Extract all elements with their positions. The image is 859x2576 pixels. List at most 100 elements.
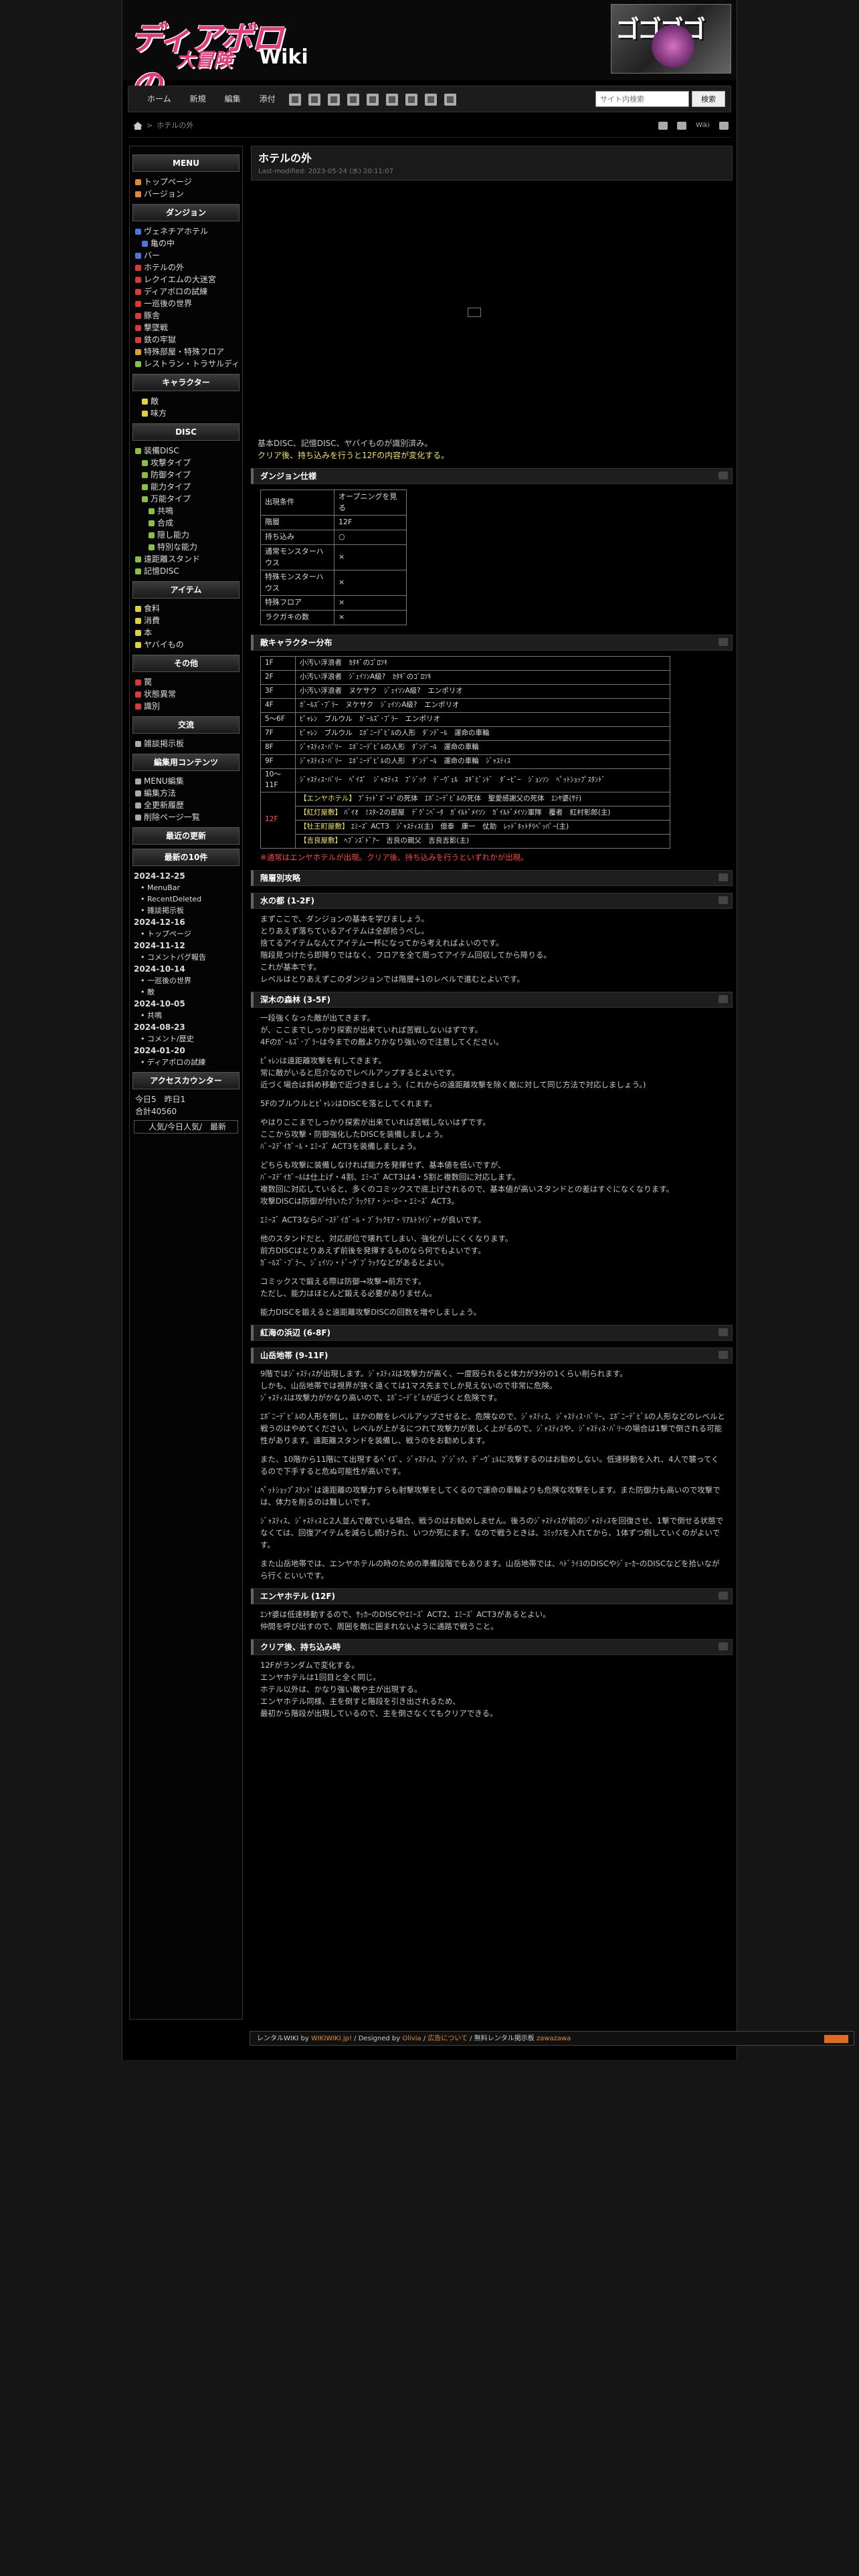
search-input[interactable] bbox=[595, 91, 689, 107]
edit-icon[interactable] bbox=[719, 1591, 728, 1600]
enemy-row-12f: 12F 【エンヤホテル】 ﾌﾞﾗｯﾄﾞｽﾞｰﾄﾞの死体 ｴﾎﾞﾆｰﾃﾞﾋﾞﾙの死体… bbox=[260, 791, 670, 849]
nav-home[interactable]: ホーム bbox=[138, 93, 181, 105]
diff-icon[interactable] bbox=[328, 94, 340, 106]
disc-item-bullet-icon bbox=[149, 508, 155, 514]
edit-link[interactable]: MENU編集 bbox=[132, 775, 240, 787]
dungeon-item[interactable]: レクイエムの大迷宮 bbox=[132, 274, 240, 286]
edit-icon[interactable] bbox=[719, 1642, 728, 1650]
edit-icon[interactable] bbox=[719, 895, 728, 904]
recent-item[interactable]: ディアボロの試練 bbox=[132, 1057, 240, 1068]
dungeon-item[interactable]: 豚舎 bbox=[132, 310, 240, 322]
menu-item[interactable]: トップページ bbox=[132, 176, 240, 188]
footer-link[interactable]: WIKIWIKI.jp! bbox=[311, 2035, 352, 2042]
enemy-cell: 8F bbox=[260, 740, 296, 755]
recent-item[interactable]: 一巡後の世界 bbox=[132, 975, 240, 986]
disc-item[interactable]: 能力タイプ bbox=[132, 481, 240, 493]
list-icon[interactable] bbox=[367, 94, 379, 106]
footer-link[interactable]: 広告について bbox=[427, 2035, 468, 2042]
edit-icon[interactable] bbox=[719, 471, 728, 479]
spec-cell: × bbox=[334, 610, 407, 625]
paragraph: まずここで、ダンジョンの基本を学びましょう。 とりあえず落ちているアイテムは全部拾… bbox=[260, 913, 726, 985]
dungeon-item-label: 特殊部屋・特殊フロア bbox=[144, 347, 225, 356]
disc-item[interactable]: 攻撃タイプ bbox=[132, 457, 240, 469]
dungeon-item[interactable]: ホテルの外 bbox=[132, 261, 240, 274]
edit-icon[interactable] bbox=[719, 1327, 728, 1336]
wiki-badge[interactable]: Wiki bbox=[696, 120, 710, 130]
disc-item[interactable]: 万能タイプ bbox=[132, 493, 240, 505]
search-page-icon[interactable] bbox=[386, 94, 398, 106]
disc-item[interactable]: 記憶DISC bbox=[132, 565, 240, 577]
video-placeholder-icon[interactable] bbox=[468, 308, 481, 317]
counter-ranking-link[interactable]: 人気/今日人気/ 最新 bbox=[134, 1120, 238, 1134]
item-link-bullet-icon bbox=[135, 606, 141, 612]
paragraph: ｴﾝﾔ婆は低速移動するので、ｻｯｶｰのDISCやｴﾐｰｽﾞ ACT2、ｴﾐｰｽﾞ… bbox=[260, 1608, 726, 1632]
copy-icon[interactable] bbox=[425, 94, 437, 106]
character-item[interactable]: 敵 bbox=[132, 395, 240, 407]
recent-item[interactable]: コメント/歴史 bbox=[132, 1033, 240, 1045]
home-icon[interactable] bbox=[133, 122, 142, 130]
item-link[interactable]: 消費 bbox=[132, 615, 240, 627]
recent-item[interactable]: 雑談掲示板 bbox=[132, 905, 240, 916]
disc-item[interactable]: 合成 bbox=[132, 517, 240, 529]
disc-item[interactable]: 特別な能力 bbox=[132, 541, 240, 553]
talk-link[interactable]: 雑談掲示板 bbox=[132, 738, 240, 750]
backup-icon[interactable] bbox=[347, 94, 359, 106]
edit-icon[interactable] bbox=[719, 638, 728, 646]
dungeon-item[interactable]: 鉄の牢獄 bbox=[132, 334, 240, 346]
edit-link[interactable]: 削除ページ一覧 bbox=[132, 811, 240, 823]
footer-link[interactable]: Olivia bbox=[402, 2035, 421, 2042]
recent-icon[interactable] bbox=[405, 94, 417, 106]
dungeon-item[interactable]: 撃墜戦 bbox=[132, 322, 240, 334]
disc-item-bullet-icon bbox=[135, 448, 141, 454]
recent-item[interactable]: コメントバグ報告 bbox=[132, 952, 240, 963]
site-logo[interactable]: ディアボロの 大冒険 Wiki bbox=[128, 8, 308, 104]
help-icon[interactable] bbox=[444, 94, 456, 106]
dungeon-item[interactable]: バー bbox=[132, 249, 240, 261]
page-icon[interactable] bbox=[308, 94, 320, 106]
recent-item[interactable]: MenuBar bbox=[132, 882, 240, 893]
edit-icon[interactable] bbox=[719, 873, 728, 881]
recent-item[interactable]: トップページ bbox=[132, 928, 240, 940]
paragraph: また、10階から11階にて出現するﾍﾟｲｽﾞ、ｼﾞｬｽﾃｨｽ、ﾌﾞｼﾞｯｸ、ﾃﾞ… bbox=[260, 1453, 726, 1477]
navbar: ホーム 新規 編集 添付 検索 bbox=[128, 86, 731, 112]
nav-edit[interactable]: 編集 bbox=[215, 93, 250, 105]
character-item[interactable]: 味方 bbox=[132, 407, 240, 419]
share-icon[interactable] bbox=[658, 121, 668, 130]
gear-icon[interactable] bbox=[719, 121, 729, 130]
menu-item-bullet-icon bbox=[135, 179, 141, 185]
rss-icon[interactable] bbox=[824, 2035, 848, 2043]
edit-icon[interactable] bbox=[719, 994, 728, 1003]
tag-icon[interactable] bbox=[289, 94, 301, 106]
dungeon-item-label: 撃墜戦 bbox=[144, 323, 169, 332]
footer-link[interactable]: zawazawa bbox=[537, 2035, 571, 2042]
dungeon-item[interactable]: レストラン・トラサルディー bbox=[132, 358, 240, 370]
site-header: ディアボロの 大冒険 Wiki ゴゴゴゴ bbox=[122, 0, 737, 104]
recent-item[interactable]: 共鳴 bbox=[132, 1010, 240, 1021]
disc-item[interactable]: 遠距離スタンド bbox=[132, 553, 240, 565]
edit-icon[interactable] bbox=[719, 1350, 728, 1359]
item-link[interactable]: 食料 bbox=[132, 603, 240, 615]
edit-link[interactable]: 編集方法 bbox=[132, 787, 240, 799]
nav-new[interactable]: 新規 bbox=[181, 93, 215, 105]
nav-attach[interactable]: 添付 bbox=[250, 93, 285, 105]
users-icon[interactable] bbox=[676, 121, 686, 130]
dungeon-item[interactable]: 一巡後の世界 bbox=[132, 298, 240, 310]
disc-item[interactable]: 隠し能力 bbox=[132, 529, 240, 541]
dungeon-item[interactable]: ディアボロの試練 bbox=[132, 286, 240, 298]
recent-item[interactable]: RecentDeleted bbox=[132, 893, 240, 905]
menu-item[interactable]: バージョン bbox=[132, 188, 240, 200]
search-button[interactable]: 検索 bbox=[692, 91, 725, 107]
dungeon-item[interactable]: ヴェネチアホテル bbox=[132, 225, 240, 237]
other-link[interactable]: 識別 bbox=[132, 700, 240, 712]
recent-item[interactable]: 敵 bbox=[132, 986, 240, 998]
item-link[interactable]: 本 bbox=[132, 627, 240, 639]
disc-item[interactable]: 装備DISC bbox=[132, 445, 240, 457]
disc-item[interactable]: 防御タイプ bbox=[132, 469, 240, 481]
dungeon-item[interactable]: 亀の中 bbox=[132, 237, 240, 249]
other-link[interactable]: 罠 bbox=[132, 676, 240, 688]
edit-link[interactable]: 全更新履歴 bbox=[132, 799, 240, 811]
disc-item[interactable]: 共鳴 bbox=[132, 505, 240, 517]
item-link[interactable]: ヤバイもの bbox=[132, 639, 240, 651]
other-link[interactable]: 状態異常 bbox=[132, 688, 240, 700]
dungeon-item[interactable]: 特殊部屋・特殊フロア bbox=[132, 346, 240, 358]
